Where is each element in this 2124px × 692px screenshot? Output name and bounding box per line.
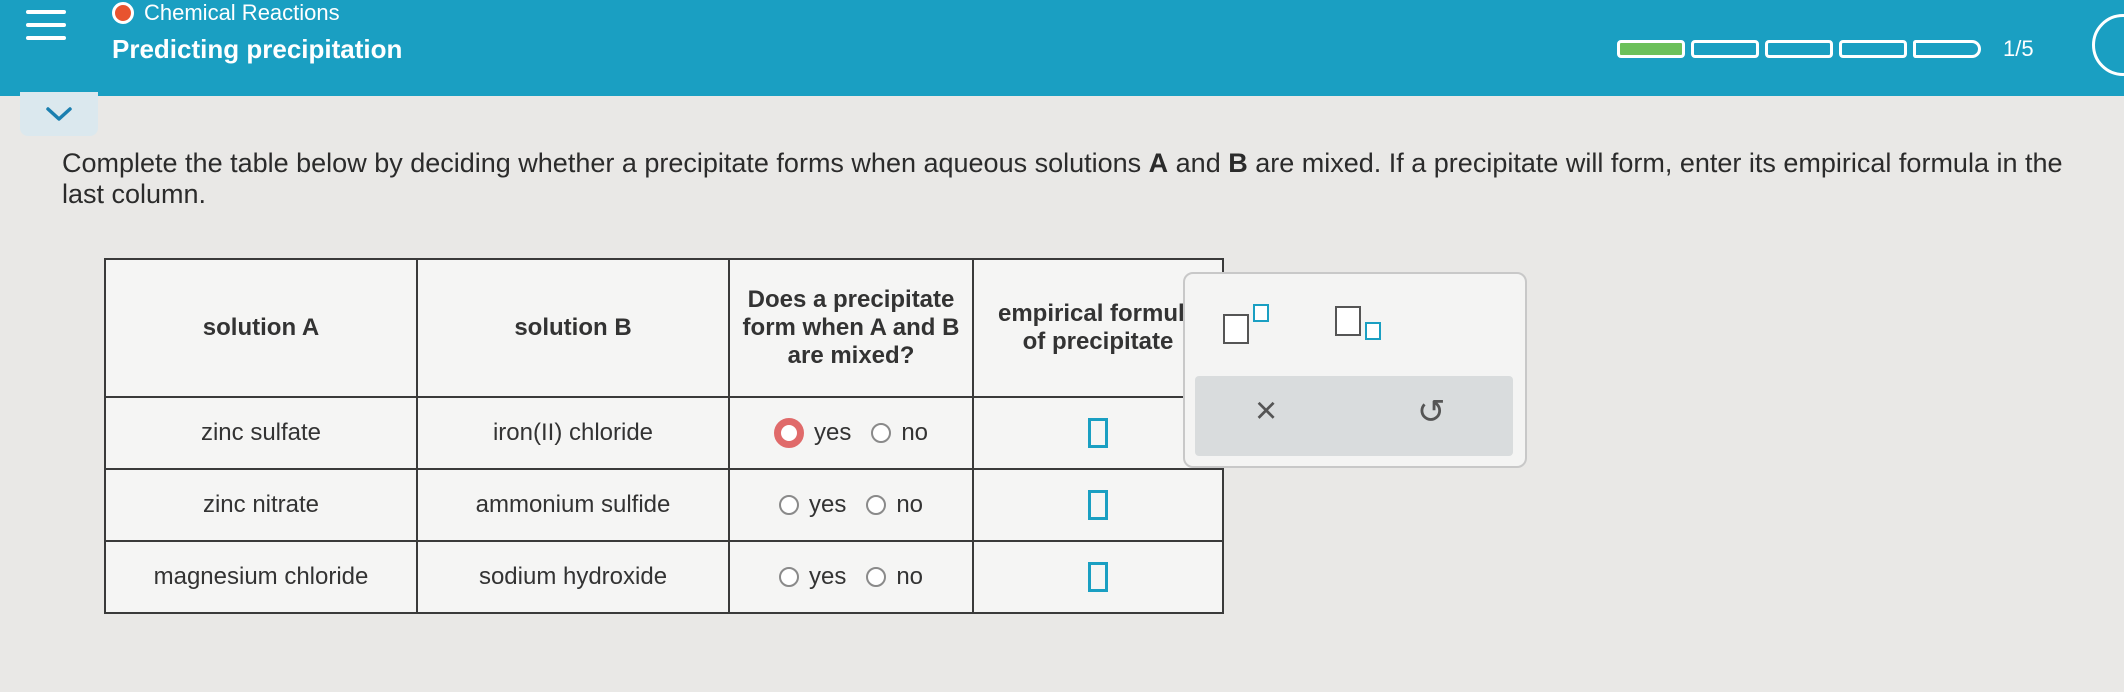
radio-icon xyxy=(866,495,887,515)
progress-segment xyxy=(1913,40,1981,58)
radio-icon xyxy=(773,418,804,448)
clear-icon[interactable]: × xyxy=(1255,390,1277,433)
formula-input[interactable] xyxy=(1088,490,1108,520)
instructions-solution-a: A xyxy=(1148,148,1169,178)
solution-a-cell: zinc nitrate xyxy=(104,468,418,542)
formula-input[interactable] xyxy=(1088,562,1108,592)
table-row: zinc sulfate iron(II) chloride yes no xyxy=(104,396,1224,470)
instructions-solution-b: B xyxy=(1228,148,1248,178)
progress-text: 1/5 xyxy=(2003,36,2034,61)
solution-b-cell: iron(II) chloride xyxy=(416,396,730,470)
yes-radio[interactable]: yes xyxy=(778,491,847,519)
undo-icon[interactable]: ↺ xyxy=(1417,392,1446,432)
no-label: no xyxy=(896,491,924,518)
radio-icon xyxy=(866,567,887,587)
precipitation-table: solution A solution B Does a precipitate… xyxy=(104,258,1224,614)
progress-bar: 1/5 xyxy=(1617,36,2034,62)
page-title: Predicting precipitation xyxy=(112,34,403,64)
yes-label: yes xyxy=(808,563,847,590)
instructions-text: Complete the table below by deciding whe… xyxy=(62,148,1149,178)
yes-label: yes xyxy=(808,491,847,518)
header-solution-a: solution A xyxy=(104,258,418,398)
solution-a-cell: magnesium chloride xyxy=(104,540,418,614)
precipitate-choice-cell: yes no xyxy=(728,396,974,470)
side-panel-tab[interactable] xyxy=(2092,14,2124,76)
collapse-button[interactable] xyxy=(20,92,98,136)
no-radio[interactable]: no xyxy=(866,563,923,591)
instructions: Complete the table below by deciding whe… xyxy=(62,148,2102,210)
solution-b-cell: ammonium sulfide xyxy=(416,468,730,542)
solution-b-cell: sodium hydroxide xyxy=(416,540,730,614)
formula-cell xyxy=(972,468,1224,542)
progress-segment xyxy=(1617,40,1685,58)
no-label: no xyxy=(901,419,929,446)
radio-icon xyxy=(778,567,799,587)
radio-icon xyxy=(871,423,892,443)
precipitate-choice-cell: yes no xyxy=(728,540,974,614)
chevron-down-icon xyxy=(46,107,72,121)
yes-radio[interactable]: yes xyxy=(778,563,847,591)
table-row: zinc nitrate ammonium sulfide yes no xyxy=(104,468,1224,542)
solution-a-cell: zinc sulfate xyxy=(104,396,418,470)
progress-segment xyxy=(1765,40,1833,58)
yes-radio[interactable]: yes xyxy=(773,418,852,448)
subscript-icon[interactable] xyxy=(1335,302,1387,348)
topic-status-icon xyxy=(112,2,134,24)
topic-label: Chemical Reactions xyxy=(144,0,340,25)
no-radio[interactable]: no xyxy=(866,491,923,519)
menu-icon[interactable] xyxy=(26,10,66,46)
radio-icon xyxy=(778,495,799,515)
progress-segment xyxy=(1839,40,1907,58)
superscript-icon[interactable] xyxy=(1223,302,1275,348)
table-header-row: solution A solution B Does a precipitate… xyxy=(104,258,1224,398)
table-row: magnesium chloride sodium hydroxide yes … xyxy=(104,540,1224,614)
instructions-text: and xyxy=(1168,148,1229,178)
progress-segment xyxy=(1691,40,1759,58)
yes-label: yes xyxy=(813,419,852,446)
formula-palette: × ↺ xyxy=(1183,272,1527,468)
top-bar: Chemical Reactions Predicting precipitat… xyxy=(0,0,2124,96)
formula-cell xyxy=(972,540,1224,614)
topic-row: Chemical Reactions xyxy=(112,0,340,26)
formula-input[interactable] xyxy=(1088,418,1108,448)
palette-actions: × ↺ xyxy=(1195,376,1513,456)
no-radio[interactable]: no xyxy=(871,419,928,447)
no-label: no xyxy=(896,563,924,590)
header-solution-b: solution B xyxy=(416,258,730,398)
header-precipitate-forms: Does a precipitate form when A and B are… xyxy=(728,258,974,398)
precipitate-choice-cell: yes no xyxy=(728,468,974,542)
